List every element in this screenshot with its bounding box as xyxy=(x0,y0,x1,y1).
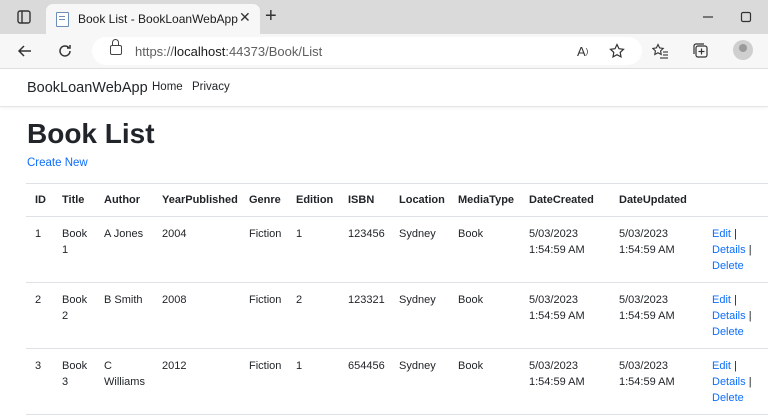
close-tab-icon[interactable]: ✕ xyxy=(239,9,251,26)
cell-edition: 1 xyxy=(287,216,339,283)
page-favicon-icon xyxy=(56,12,69,27)
table-row: 2 Book 2 B Smith 2008 Fiction 2 123321 S… xyxy=(26,282,768,349)
cell-title: Book 1 xyxy=(53,216,95,283)
nav-link-privacy[interactable]: Privacy xyxy=(192,81,230,93)
address-bar[interactable]: https://localhost:44373/Book/List A) xyxy=(92,37,642,65)
cell-id: 1 xyxy=(26,216,53,283)
column-header: DateUpdated xyxy=(610,183,703,217)
cell-genre: Fiction xyxy=(240,216,287,283)
book-table: ID Title Author YearPublished Genre Edit… xyxy=(26,183,768,415)
column-header: MediaType xyxy=(449,183,520,217)
cell-date-updated: 5/03/2023 1:54:59 AM xyxy=(610,282,703,349)
cell-id: 2 xyxy=(26,282,53,349)
edit-link[interactable]: Edit xyxy=(712,294,731,306)
cell-location: Sydney xyxy=(390,282,449,349)
details-link[interactable]: Details xyxy=(712,310,746,322)
cell-date-created: 5/03/2023 1:54:59 AM xyxy=(520,282,610,349)
delete-link[interactable]: Delete xyxy=(712,326,744,338)
column-header: Author xyxy=(95,183,153,217)
cell-actions: Edit | Details | Delete xyxy=(703,216,768,283)
cell-location: Sydney xyxy=(390,348,449,415)
cell-date-created: 5/03/2023 1:54:59 AM xyxy=(520,348,610,415)
action-separator: | xyxy=(734,228,737,240)
cell-genre: Fiction xyxy=(240,282,287,349)
cell-author: C Williams xyxy=(95,348,153,415)
back-arrow-icon[interactable] xyxy=(17,40,33,62)
lock-icon[interactable] xyxy=(110,39,122,55)
cell-year: 2004 xyxy=(153,216,240,283)
favorite-star-icon[interactable] xyxy=(609,40,625,62)
column-header: Location xyxy=(390,183,449,217)
favorites-icon[interactable] xyxy=(652,40,669,62)
table-row: 3 Book 3 C Williams 2012 Fiction 1 65445… xyxy=(26,348,768,415)
site-navbar: BookLoanWebApp Home Privacy xyxy=(0,69,768,107)
column-header: ID xyxy=(26,183,53,217)
cell-isbn: 654456 xyxy=(339,348,390,415)
details-link[interactable]: Details xyxy=(712,244,746,256)
browser-tab-strip: Book List - BookLoanWebApp ✕ + xyxy=(0,0,768,34)
cell-date-updated: 5/03/2023 1:54:59 AM xyxy=(610,216,703,283)
nav-link-home[interactable]: Home xyxy=(152,81,183,93)
column-header: DateCreated xyxy=(520,183,610,217)
cell-location: Sydney xyxy=(390,216,449,283)
cell-mediatype: Book xyxy=(449,216,520,283)
page-title: Book List xyxy=(27,118,155,149)
cell-author: A Jones xyxy=(95,216,153,283)
read-aloud-icon[interactable]: A) xyxy=(577,40,588,62)
action-separator: | xyxy=(748,376,752,388)
cell-year: 2008 xyxy=(153,282,240,349)
collections-icon[interactable] xyxy=(693,40,709,62)
cell-edition: 1 xyxy=(287,348,339,415)
new-tab-icon[interactable]: + xyxy=(265,6,277,26)
table-header-row: ID Title Author YearPublished Genre Edit… xyxy=(26,183,768,217)
column-header: Title xyxy=(53,183,95,217)
cell-isbn: 123321 xyxy=(339,282,390,349)
cell-isbn: 123456 xyxy=(339,216,390,283)
cell-actions: Edit | Details | Delete xyxy=(703,282,768,349)
minimize-icon[interactable] xyxy=(699,8,717,26)
profile-avatar[interactable] xyxy=(733,40,753,60)
refresh-icon[interactable] xyxy=(57,40,73,62)
browser-toolbar: https://localhost:44373/Book/List A) xyxy=(0,34,768,69)
browser-tab[interactable]: Book List - BookLoanWebApp ✕ xyxy=(46,4,260,34)
tab-title: Book List - BookLoanWebApp xyxy=(78,12,238,26)
column-header: Edition xyxy=(287,183,339,217)
sidebar-toggle-icon[interactable] xyxy=(15,8,33,26)
cell-mediatype: Book xyxy=(449,348,520,415)
edit-link[interactable]: Edit xyxy=(712,360,731,372)
delete-link[interactable]: Delete xyxy=(712,260,744,272)
cell-date-created: 5/03/2023 1:54:59 AM xyxy=(520,216,610,283)
table-row: 1 Book 1 A Jones 2004 Fiction 1 123456 S… xyxy=(26,216,768,283)
cell-edition: 2 xyxy=(287,282,339,349)
column-header: ISBN xyxy=(339,183,390,217)
details-link[interactable]: Details xyxy=(712,376,746,388)
action-separator: | xyxy=(734,360,737,372)
create-new-link[interactable]: Create New xyxy=(27,157,88,169)
action-separator: | xyxy=(748,244,752,256)
edit-link[interactable]: Edit xyxy=(712,228,731,240)
column-header-actions xyxy=(703,183,768,217)
url-text[interactable]: https://localhost:44373/Book/List xyxy=(135,44,322,59)
column-header: YearPublished xyxy=(153,183,240,217)
action-separator: | xyxy=(734,294,737,306)
navbar-brand[interactable]: BookLoanWebApp xyxy=(27,80,148,96)
cell-date-updated: 5/03/2023 1:54:59 AM xyxy=(610,348,703,415)
cell-mediatype: Book xyxy=(449,282,520,349)
cell-year: 2012 xyxy=(153,348,240,415)
action-separator: | xyxy=(748,310,752,322)
column-header: Genre xyxy=(240,183,287,217)
cell-actions: Edit | Details | Delete xyxy=(703,348,768,415)
cell-title: Book 3 xyxy=(53,348,95,415)
delete-link[interactable]: Delete xyxy=(712,392,744,404)
cell-id: 3 xyxy=(26,348,53,415)
maximize-icon[interactable] xyxy=(737,8,755,26)
cell-author: B Smith xyxy=(95,282,153,349)
cell-title: Book 2 xyxy=(53,282,95,349)
cell-genre: Fiction xyxy=(240,348,287,415)
